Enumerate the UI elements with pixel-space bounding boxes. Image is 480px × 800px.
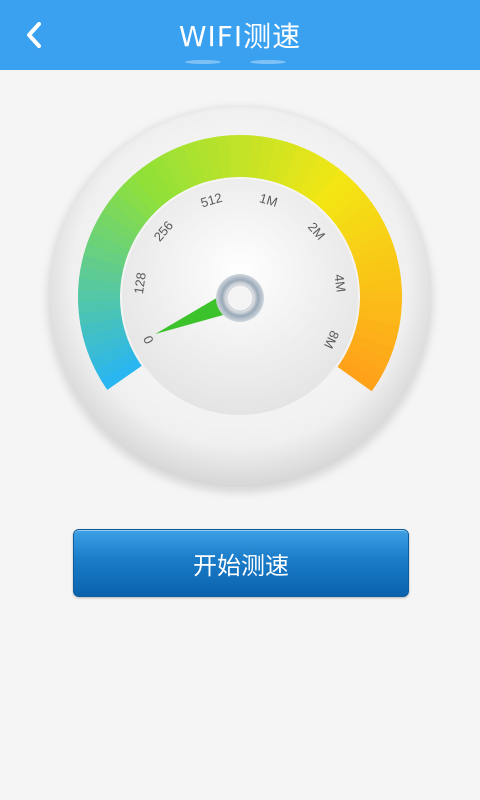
title-decoration	[185, 60, 221, 64]
back-button[interactable]	[14, 15, 54, 55]
title-decoration	[250, 60, 286, 64]
chevron-left-icon	[27, 22, 41, 48]
gauge-tick-label: 128	[131, 271, 149, 295]
gauge-svg: 0128256512 1M2M4M8M	[47, 107, 433, 493]
speed-gauge: 0 128 256 512 1M 2M 4M 8M	[40, 100, 440, 500]
top-app-bar: WIFI测速	[0, 0, 480, 70]
page-title: WIFI测速	[178, 20, 302, 53]
start-speed-test-button[interactable]: 开始测速	[73, 529, 409, 597]
gauge-hub-center	[226, 284, 254, 312]
gauge-tick-label: 4M	[331, 273, 348, 293]
